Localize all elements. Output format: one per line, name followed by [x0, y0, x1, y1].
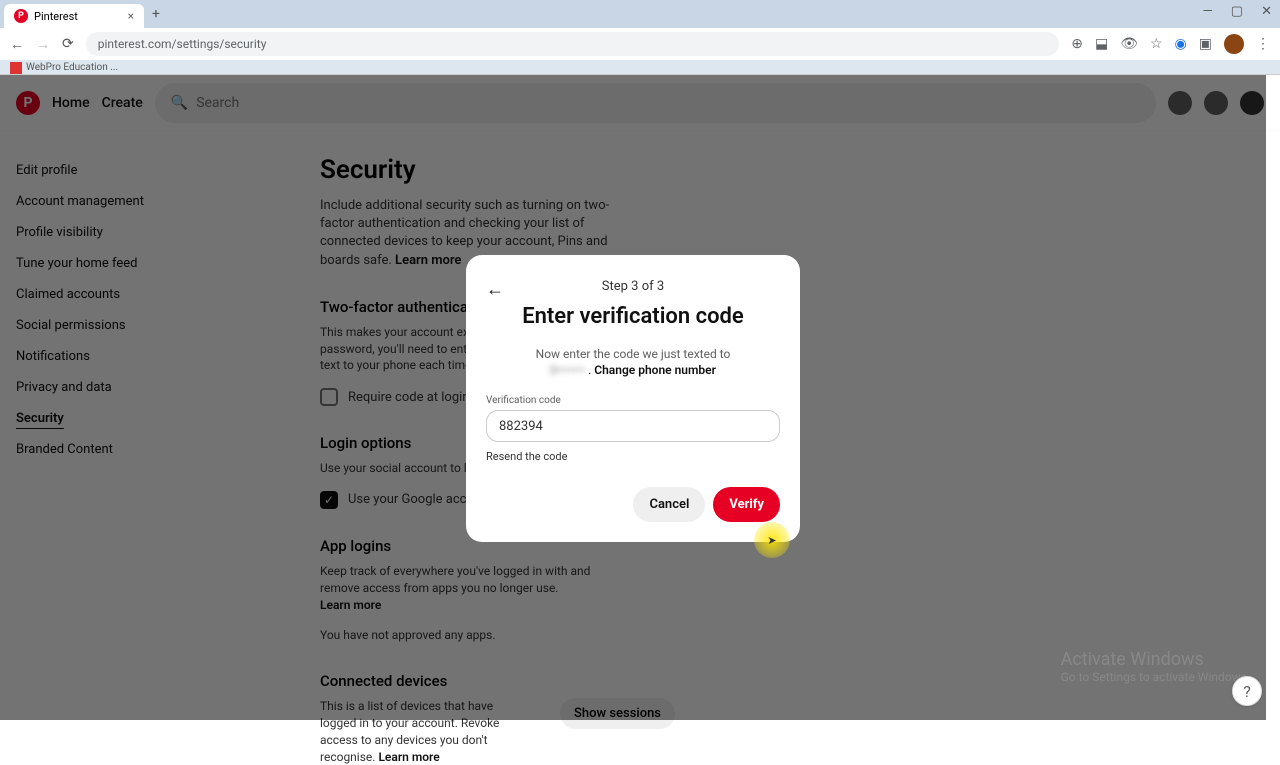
phone-row: 0••••••• . Change phone number	[486, 363, 780, 377]
watermark-title: Activate Windows	[1061, 649, 1250, 670]
change-phone-link[interactable]: Change phone number	[594, 363, 716, 377]
address-bar: ← → ⟳ pinterest.com/settings/security ⊕ …	[0, 28, 1280, 60]
chrome-actions: ⊕ ⬓ 👁 ☆ ◉ ▣ ⋮	[1071, 34, 1270, 54]
siteinfo-icon[interactable]: ▣	[1199, 36, 1212, 52]
close-window-icon[interactable]: ✕	[1261, 4, 1272, 19]
verification-modal: ← Step 3 of 3 Enter verification code No…	[466, 255, 800, 542]
connected-learn-more-link[interactable]: Learn more	[378, 750, 439, 764]
forward-icon[interactable]: →	[36, 36, 50, 53]
modal-title: Enter verification code	[486, 304, 780, 329]
cursor-highlight-icon: ➤	[754, 522, 790, 558]
eye-icon[interactable]: 👁	[1120, 36, 1138, 52]
bookmark-item[interactable]: WebPro Education ...	[26, 62, 118, 73]
verify-button[interactable]: Verify	[713, 487, 780, 522]
modal-overlay: ← Step 3 of 3 Enter verification code No…	[0, 75, 1266, 720]
verification-code-input[interactable]	[486, 410, 780, 442]
profile-avatar-icon[interactable]	[1224, 34, 1244, 54]
minimize-icon[interactable]: —	[1203, 4, 1213, 19]
new-tab-button[interactable]: +	[152, 6, 160, 22]
back-arrow-icon[interactable]: ←	[486, 279, 504, 300]
activate-windows-watermark: Activate Windows Go to Settings to activ…	[1061, 649, 1250, 684]
masked-phone: 0•••••••	[550, 363, 585, 377]
help-button[interactable]: ?	[1232, 676, 1262, 706]
modal-instruction: Now enter the code we just texted to	[486, 347, 780, 361]
bookmark-favicon	[10, 62, 22, 74]
bookmark-star-icon[interactable]: ☆	[1150, 36, 1163, 52]
browser-chrome: P Pinterest × + — ▢ ✕ ← → ⟳ pinterest.co…	[0, 0, 1280, 75]
chrome-menu-icon[interactable]: ⋮	[1256, 36, 1270, 52]
tab-title: Pinterest	[34, 10, 78, 23]
window-controls: — ▢ ✕	[1203, 4, 1272, 19]
tab-bar: P Pinterest × + — ▢ ✕	[0, 0, 1280, 28]
close-tab-icon[interactable]: ×	[128, 9, 134, 23]
bookmarks-bar: WebPro Education ...	[0, 60, 1280, 75]
translate-icon[interactable]: ⊕	[1071, 36, 1083, 52]
resend-code-link[interactable]: Resend the code	[486, 450, 780, 463]
code-field-label: Verification code	[486, 395, 780, 406]
cancel-button[interactable]: Cancel	[633, 487, 705, 522]
maximize-icon[interactable]: ▢	[1231, 4, 1243, 19]
extension-icon[interactable]: ◉	[1175, 36, 1187, 52]
url-field[interactable]: pinterest.com/settings/security	[86, 32, 1060, 56]
pinterest-favicon: P	[14, 9, 28, 23]
browser-tab[interactable]: P Pinterest ×	[4, 4, 144, 28]
back-icon[interactable]: ←	[10, 36, 24, 53]
step-indicator: Step 3 of 3	[486, 279, 780, 294]
install-icon[interactable]: ⬓	[1095, 36, 1108, 52]
url-text: pinterest.com/settings/security	[98, 37, 267, 51]
watermark-subtitle: Go to Settings to activate Windows.	[1061, 670, 1250, 684]
modal-actions: Cancel Verify	[486, 487, 780, 522]
reload-icon[interactable]: ⟳	[62, 36, 74, 52]
